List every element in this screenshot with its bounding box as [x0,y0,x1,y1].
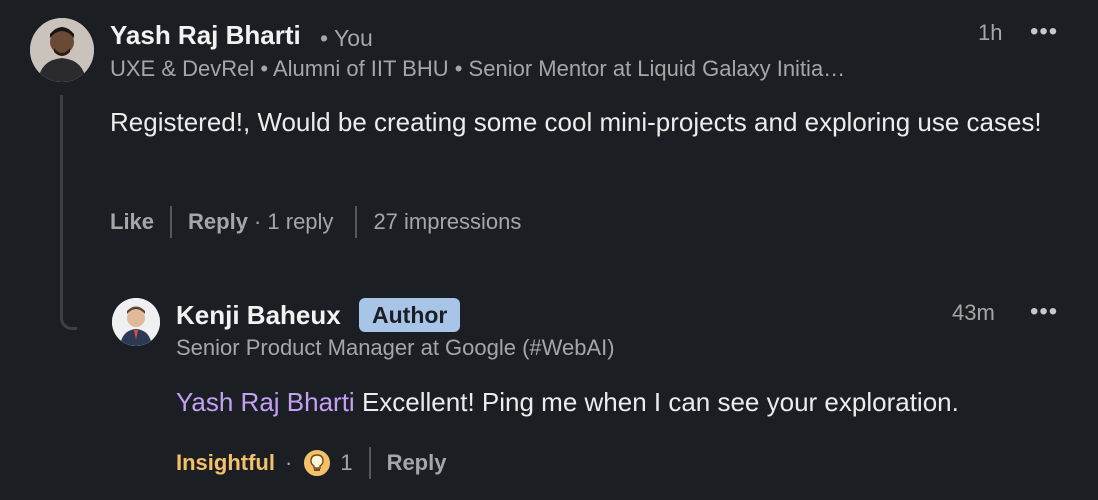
author-badge: Author [359,298,461,332]
reaction-count[interactable]: 1 [340,450,352,476]
avatar-yash[interactable] [30,18,94,82]
reply-author-name[interactable]: Kenji Baheux [176,300,341,331]
more-options-icon[interactable]: ••• [1030,18,1058,46]
reply-text: Yash Raj Bharti Excellent! Ping me when … [176,383,1076,421]
reply-author-headline: Senior Product Manager at Google (#WebAI… [176,335,615,360]
reply-count[interactable]: · 1 reply [254,209,333,235]
more-options-icon[interactable]: ••• [1030,298,1058,326]
insightful-reaction-button[interactable]: Insightful [176,450,275,476]
reply-button[interactable]: Reply [387,450,447,476]
reply-timestamp: 43m [952,300,995,325]
divider [355,206,358,238]
author-headline: UXE & DevRel • Alumni of IIT BHU • Senio… [110,56,846,81]
like-button[interactable]: Like [110,209,154,235]
comment-actions: Like Reply · 1 reply 27 impressions [110,206,521,238]
mention-link[interactable]: Yash Raj Bharti [176,387,355,417]
you-label: • You [320,25,373,51]
impressions-count[interactable]: 27 impressions [373,209,521,235]
comment-text: Registered!, Would be creating some cool… [110,107,1042,137]
divider [170,206,173,238]
reply-actions: Insightful · 1 Reply [176,447,446,479]
reply-body: Excellent! Ping me when I can see your e… [361,387,959,417]
reply-button[interactable]: Reply [188,209,248,235]
thread-connector [60,95,77,330]
reaction-separator: · [284,450,293,475]
avatar-kenji[interactable] [112,298,160,346]
comment-timestamp: 1h [978,20,1003,45]
divider [368,447,371,479]
insightful-reaction-icon[interactable] [302,448,333,478]
author-name[interactable]: Yash Raj Bharti [110,20,301,51]
